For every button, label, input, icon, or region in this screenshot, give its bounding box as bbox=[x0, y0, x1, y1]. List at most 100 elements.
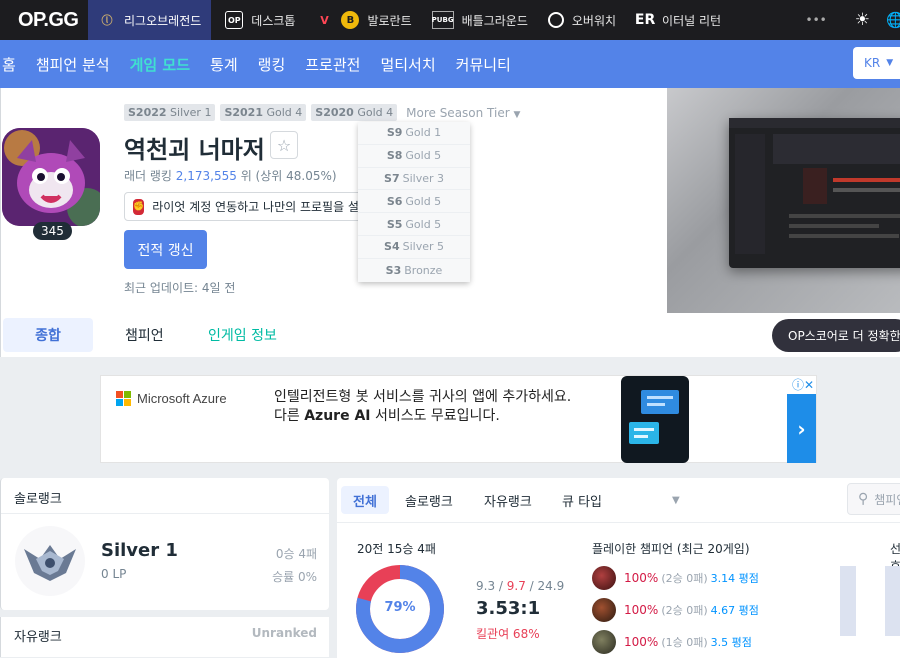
played-champion-row[interactable]: 100% (1승 0패) 3.5 평점 bbox=[592, 630, 752, 654]
position-bar bbox=[840, 566, 856, 636]
solo-rank-panel: 솔로랭크 Silver 1 0 LP 0승 4패 승률 0% bbox=[0, 478, 330, 610]
refresh-button[interactable]: 전적 갱신 bbox=[124, 230, 207, 269]
queue-type-select[interactable]: 큐 타입 ▼ bbox=[562, 486, 680, 514]
solo-tier: Silver 1 bbox=[101, 540, 178, 561]
eternal-return-icon: ER bbox=[634, 12, 656, 28]
chevron-down-icon: ▼ bbox=[886, 58, 894, 68]
profile-icon-avatar bbox=[2, 128, 100, 226]
overwatch-icon bbox=[547, 12, 564, 28]
game-tab-valorant[interactable]: V B 발로란트 bbox=[305, 0, 421, 40]
season-option[interactable]: S3 Bronze bbox=[358, 258, 470, 282]
opgg-desktop-icon: OP bbox=[225, 11, 244, 29]
champion-portrait-icon bbox=[592, 566, 616, 590]
season-option[interactable]: S4 Silver 5 bbox=[358, 235, 470, 259]
riot-link-text: 라이엇 계정 연동하고 나만의 프로필을 설정하세요 bbox=[152, 200, 363, 214]
solo-win-loss: 0승 4패 bbox=[275, 547, 317, 561]
nav-ranking[interactable]: 랭킹 bbox=[248, 54, 296, 75]
nav-pro-spectate[interactable]: 프로관전 bbox=[295, 54, 370, 75]
season-option[interactable]: S7 Silver 3 bbox=[358, 167, 470, 191]
ad-close-icon[interactable]: ⓘ✕ bbox=[792, 376, 814, 393]
season-badge: S2020 Gold 4 bbox=[311, 104, 398, 121]
search-icon: ⚲ bbox=[858, 491, 869, 507]
theme-sun-icon[interactable]: ☀ bbox=[855, 10, 870, 30]
nav-game-mode[interactable]: 게임 모드 bbox=[120, 54, 200, 75]
more-season-tier-toggle[interactable]: More Season Tier ▼ bbox=[406, 104, 520, 121]
divider bbox=[1, 513, 330, 514]
more-season-dropdown: S9 Gold 1 S8 Gold 5 S7 Silver 3 S6 Gold 5 S5… bbox=[358, 122, 470, 282]
caret-down-icon: ▼ bbox=[672, 494, 680, 506]
main-nav: 홈 챔피언 분석 게임 모드 통계 랭킹 프로관전 멀티서치 커뮤니티 bbox=[0, 40, 900, 88]
nav-multi-search[interactable]: 멀티서치 bbox=[370, 54, 445, 75]
op-score-button[interactable]: OP스코어로 더 정확한 평가 bbox=[772, 319, 900, 352]
microsoft-squares-icon bbox=[116, 391, 131, 406]
game-tab-label: 리그오브레전드 bbox=[124, 13, 202, 28]
app-screenshot bbox=[729, 118, 900, 268]
season-option[interactable]: S8 Gold 5 bbox=[358, 144, 470, 168]
nav-community[interactable]: 커뮤니티 bbox=[446, 54, 521, 75]
queue-tab-all[interactable]: 전체 bbox=[341, 486, 389, 514]
game-tab-desktop[interactable]: OP 데스크톱 bbox=[215, 0, 305, 40]
nav-stats[interactable]: 통계 bbox=[200, 54, 248, 75]
season-option[interactable]: S9 Gold 1 bbox=[358, 122, 470, 145]
ladder-rank-link[interactable]: 2,173,555 bbox=[176, 169, 237, 183]
game-tab-label: 이터널 리턴 bbox=[662, 13, 722, 28]
summoner-level-badge: 345 bbox=[33, 222, 72, 240]
champion-portrait-icon bbox=[592, 630, 616, 654]
game-tab-pubg[interactable]: PUBG 배틀그라운드 bbox=[422, 0, 538, 40]
past-season-badges: S2022 Silver 1 S2021 Gold 4 S2020 Gold 4… bbox=[124, 104, 520, 121]
more-games-button[interactable]: ••• bbox=[806, 13, 827, 27]
tab-champions[interactable]: 챔피언 bbox=[125, 318, 164, 352]
game-bar: OP.GG ⓛ 리그오브레전드 OP 데스크톱 V B 발로란트 PUBG 배틀… bbox=[0, 0, 900, 40]
desktop-app-promo-image[interactable] bbox=[667, 88, 900, 313]
riot-account-link-banner[interactable]: ✊ 라이엇 계정 연동하고 나만의 프로필을 설정하세요 bbox=[124, 192, 364, 221]
summoner-name: 역천괴 너마저 bbox=[124, 136, 265, 164]
valorant-icon: V bbox=[320, 13, 329, 27]
tab-overview[interactable]: 종합 bbox=[3, 318, 93, 352]
microsoft-logo: Microsoft Azure bbox=[116, 391, 227, 406]
flex-rank-status: Unranked bbox=[251, 626, 317, 640]
ladder-ranking: 래더 랭킹 2,173,555 위 (상위 48.05%) bbox=[124, 169, 337, 183]
played-champion-row[interactable]: 100% (2승 0패) 3.14 평점 bbox=[592, 566, 759, 590]
lol-icon: ⓛ bbox=[101, 14, 113, 27]
favorite-star-button[interactable]: ☆ bbox=[270, 131, 298, 159]
ad-phone-image bbox=[621, 376, 689, 463]
divider bbox=[337, 522, 900, 523]
game-tab-lol[interactable]: ⓛ 리그오브레전드 bbox=[88, 0, 212, 40]
tab-ingame-info[interactable]: 인게임 정보 bbox=[208, 318, 277, 352]
played-champions-title: 플레이한 챔피언 (최근 20게임) bbox=[592, 542, 750, 556]
flex-rank-panel: 자유랭크 Unranked bbox=[0, 617, 329, 657]
game-tab-label: 발로란트 bbox=[367, 13, 412, 28]
season-badge: S2022 Silver 1 bbox=[124, 104, 216, 121]
riot-fist-icon: ✊ bbox=[133, 198, 145, 215]
position-bar bbox=[885, 566, 900, 636]
pubg-icon: PUBG bbox=[431, 11, 454, 29]
nav-home[interactable]: 홈 bbox=[0, 54, 26, 75]
season-option[interactable]: S6 Gold 5 bbox=[358, 190, 470, 214]
solo-lp: 0 LP bbox=[101, 567, 127, 581]
champion-portrait-icon bbox=[592, 598, 616, 622]
season-badge: S2021 Gold 4 bbox=[220, 104, 307, 121]
caret-down-icon: ▼ bbox=[513, 110, 521, 120]
queue-tab-solo[interactable]: 솔로랭크 bbox=[405, 486, 453, 514]
game-tab-label: 오버워치 bbox=[571, 13, 617, 28]
ad-next-arrow[interactable]: › bbox=[787, 394, 816, 463]
profile-tabs: 종합 챔피언 인게임 정보 bbox=[0, 313, 900, 357]
game-tab-eternal-return[interactable]: ER 이터널 리턴 bbox=[626, 0, 731, 40]
last-update: 최근 업데이트: 4일 전 bbox=[124, 281, 236, 295]
star-icon: ☆ bbox=[276, 135, 292, 155]
globe-icon[interactable]: 🌐 bbox=[886, 11, 900, 29]
nav-champion-analysis[interactable]: 챔피언 분석 bbox=[26, 54, 120, 75]
game-tab-overwatch[interactable]: 오버워치 bbox=[538, 0, 626, 40]
season-option[interactable]: S5 Gold 5 bbox=[358, 213, 470, 236]
solo-winrate: 승률 0% bbox=[272, 570, 317, 584]
played-champion-row[interactable]: 100% (2승 0패) 4.67 평점 bbox=[592, 598, 759, 622]
coin-icon: B bbox=[341, 11, 360, 29]
queue-tab-flex[interactable]: 자유랭크 bbox=[484, 486, 532, 514]
ad-banner[interactable]: Microsoft Azure 인텔리전트형 봇 서비스를 귀사의 앱에 추가하… bbox=[100, 375, 817, 463]
kda-ratio: 3.53:1 bbox=[476, 598, 541, 619]
champion-search-input[interactable]: ⚲ 챔피언 검색 bbox=[847, 483, 900, 515]
opgg-logo[interactable]: OP.GG bbox=[18, 9, 88, 32]
region-select[interactable]: KR ▼ bbox=[853, 47, 900, 79]
topbar-right: ••• ☀ 🌐 bbox=[806, 0, 900, 40]
region-label: KR bbox=[864, 56, 881, 70]
